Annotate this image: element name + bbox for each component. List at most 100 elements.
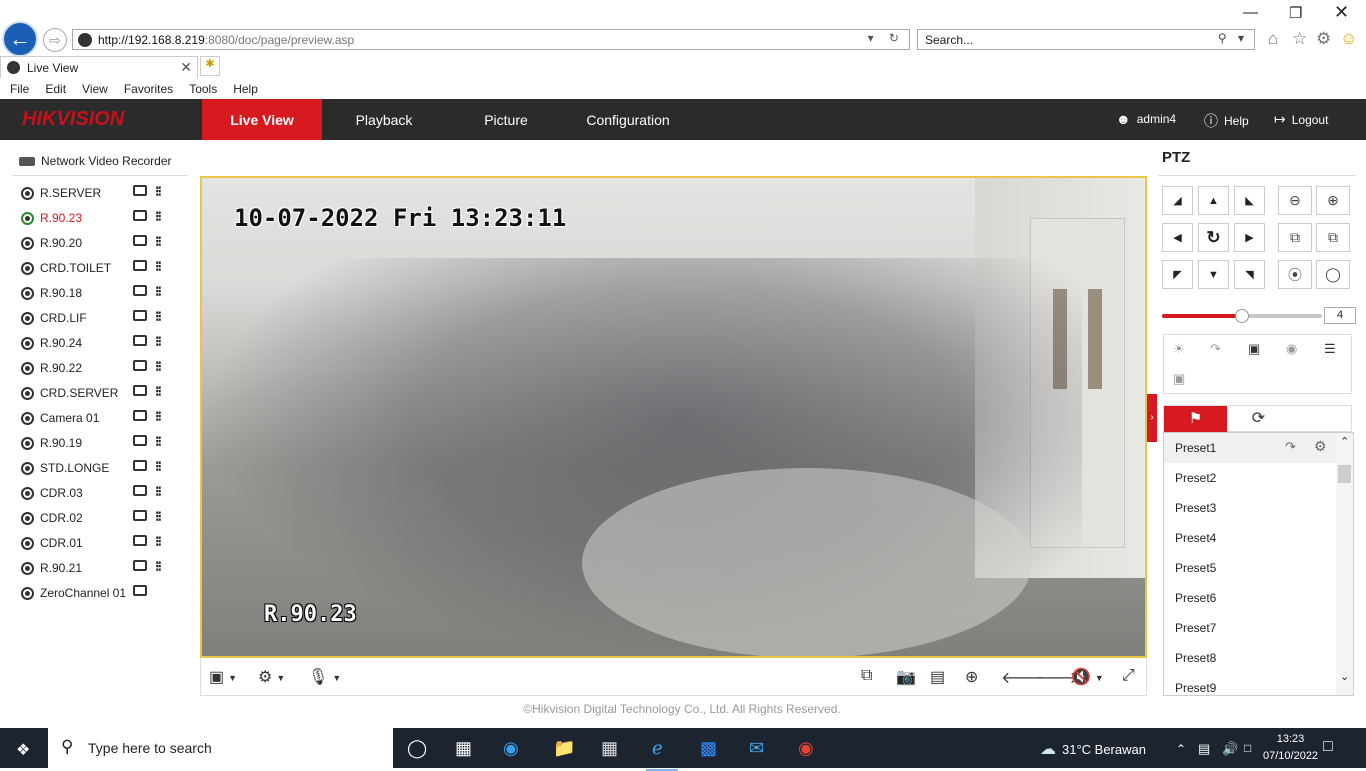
preset-item[interactable]: Preset4 [1164,523,1336,553]
search-input[interactable]: Search... ⚲ ▾ [917,29,1255,50]
cortana-icon[interactable]: ◯ [407,738,427,759]
back-button[interactable]: ← [2,21,38,57]
ptz-auto-scan-button[interactable]: ↻ [1198,223,1229,252]
light-icon[interactable]: ☀ [1173,341,1185,357]
iris-close-icon[interactable]: ◯ [1316,260,1350,289]
record-icon[interactable] [133,560,147,571]
channel-item[interactable]: R.90.19 ⁝⁝ [21,433,181,453]
volume-icon[interactable]: 🔊 [1222,741,1238,757]
user-menu[interactable]: ☻ admin4 [1116,111,1176,127]
channel-item[interactable]: Camera 01 ⁝⁝ [21,408,181,428]
mail-icon[interactable]: ✉ [749,738,764,759]
ptz-left-button[interactable]: ◀ [1162,223,1193,252]
channel-item[interactable]: R.90.22 ⁝⁝ [21,358,181,378]
record-icon[interactable] [133,360,147,371]
ime-icon[interactable]: □ [1244,741,1251,755]
menu-icon[interactable]: ☰ [1324,341,1336,357]
menu-file[interactable]: File [0,79,35,99]
preset-item[interactable]: Preset6 [1164,583,1336,613]
ptz-down-right-button[interactable]: ◥ [1234,260,1265,289]
store-icon[interactable]: ▦ [601,738,618,759]
manual-tracking-icon[interactable]: ▣ [1173,371,1185,387]
stream-settings-icon[interactable]: ⁝⁝ [155,233,162,250]
channel-item[interactable]: CRD.SERVER ⁝⁝ [21,383,181,403]
nav-picture[interactable]: Picture [456,99,556,140]
notification-icon[interactable]: □ [1323,738,1333,756]
menu-favorites[interactable]: Favorites [114,79,179,99]
record-icon[interactable] [133,185,147,196]
preset-item[interactable]: Preset2 [1164,463,1336,493]
lens-init-icon[interactable]: ◉ [1286,341,1297,357]
record-icon[interactable] [133,285,147,296]
menu-help[interactable]: Help [223,79,264,99]
address-bar[interactable]: http://192.168.8.219:8080/doc/page/previ… [72,29,910,50]
channel-item[interactable]: R.90.23 ⁝⁝ [21,208,181,228]
clock[interactable]: 13:23 07/10/2022 [1263,731,1318,765]
nav-playback[interactable]: Playback [334,99,434,140]
record-icon[interactable] [133,235,147,246]
channel-item[interactable]: R.90.18 ⁝⁝ [21,283,181,303]
set-preset-icon[interactable]: ⚙ [1314,438,1327,455]
stream-settings-icon[interactable]: ⁝⁝ [155,508,162,525]
preset-scrollbar[interactable]: ⌃ ⌄ [1336,433,1353,695]
edge-icon[interactable]: ◉ [503,738,519,759]
collapse-panel-button[interactable]: › [1147,394,1157,442]
chevron-up-icon[interactable]: ⌃ [1176,742,1186,756]
channel-item[interactable]: R.90.24 ⁝⁝ [21,333,181,353]
ptz-up-left-button[interactable]: ◢ [1162,186,1193,215]
ptz-down-button[interactable]: ▼ [1198,260,1229,289]
menu-tools[interactable]: Tools [179,79,223,99]
windows-start-icon[interactable]: ❖ [16,740,30,760]
channel-item[interactable]: CRD.TOILET ⁝⁝ [21,258,181,278]
stream-settings-icon[interactable]: ⁝⁝ [155,283,162,300]
smiley-icon[interactable]: ☺ [1340,29,1357,49]
record-icon[interactable] [133,460,147,471]
call-preset-icon[interactable]: ↷ [1285,439,1296,455]
preset-item[interactable]: Preset8 [1164,643,1336,673]
preset-item[interactable]: Preset1 ↷ ⚙ [1164,433,1336,463]
channel-item[interactable]: ZeroChannel 01 [21,583,181,603]
start-all-live-icon[interactable]: ⧉ [861,667,872,685]
iris-open-icon[interactable]: ⦿ [1278,260,1312,289]
stream-settings-icon[interactable]: ⁝⁝ [155,433,162,450]
home-icon[interactable]: ⌂ [1268,29,1278,49]
stream-settings-icon[interactable]: ⁝⁝ [155,458,162,475]
menu-view[interactable]: View [72,79,114,99]
logout-link[interactable]: ↦ Logout [1274,111,1328,128]
record-icon[interactable] [133,585,147,596]
stream-settings-icon[interactable]: ⁝⁝ [155,483,162,500]
microphone-button[interactable]: 🎙 ▼ [308,667,341,687]
record-icon[interactable] [133,485,147,496]
wiper-icon[interactable]: ↷ [1210,341,1221,357]
stream-settings-icon[interactable]: ⁝⁝ [155,258,162,275]
search-icon[interactable]: ⚲ ▾ [1218,31,1248,45]
stream-settings-icon[interactable]: ⁝⁝ [155,383,162,400]
fullscreen-icon[interactable]: ⤢ [1122,667,1135,685]
tab-close-icon[interactable]: ✕ [180,59,192,76]
favorites-star-icon[interactable]: ☆ [1292,29,1307,49]
chevron-up-icon[interactable]: ⌃ [1340,435,1349,448]
minimize-icon[interactable]: — [1243,4,1258,21]
record-icon[interactable] [133,310,147,321]
ptz-up-button[interactable]: ▲ [1198,186,1229,215]
focus-far-icon[interactable]: ⧉ [1316,223,1350,252]
zoom-out-icon[interactable]: ⊖ [1278,186,1312,215]
window-layout-button[interactable]: ▣ ▼ [209,667,237,687]
zoom-in-icon[interactable]: ⊕ [1316,186,1350,215]
stream-settings-icon[interactable]: ⁝⁝ [155,308,162,325]
chevron-down-icon[interactable]: ⌄ [1340,670,1349,683]
tree-root[interactable]: Network Video Recorder [19,154,172,168]
scroll-thumb[interactable] [1338,465,1351,483]
mute-icon[interactable]: 🔇 ▼ [1071,667,1104,687]
channel-item[interactable]: R.SERVER ⁝⁝ [21,183,181,203]
zoom-app-icon[interactable]: ▩ [700,738,717,759]
ptz-up-right-button[interactable]: ◣ [1234,186,1265,215]
nav-live-view[interactable]: Live View [202,99,322,140]
stream-settings-icon[interactable]: ⁝⁝ [155,408,162,425]
record-icon[interactable] [133,385,147,396]
taskbar-search[interactable]: ⚲ Type here to search [48,728,393,768]
forward-button[interactable]: ⇨ [43,28,67,52]
ptz-speed-handle[interactable] [1235,309,1249,323]
stream-type-button[interactable]: ⚙ ▼ [258,667,285,687]
channel-item[interactable]: R.90.21 ⁝⁝ [21,558,181,578]
